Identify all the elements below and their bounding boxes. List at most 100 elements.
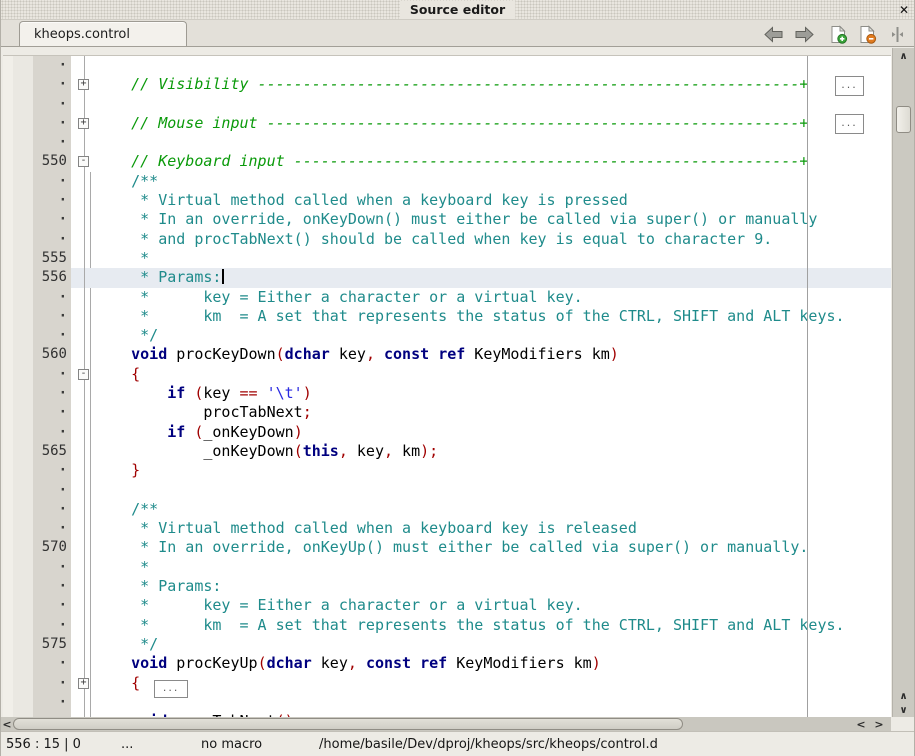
line-number: · [33,519,71,538]
code-line[interactable]: · void procKeyUp(dchar key, const ref Ke… [3,654,891,673]
right-margin-line [807,56,808,717]
line-number: · [33,423,71,442]
code-line[interactable]: · } [3,461,891,480]
code-line[interactable]: ·- { [3,365,891,384]
code-line[interactable]: · * In an override, onKeyDown() must eit… [3,210,891,229]
gutter-strip [3,577,33,596]
horizontal-scrollbar[interactable]: < < > [1,717,891,731]
code-line[interactable]: · /** [3,500,891,519]
hscroll-thumb[interactable] [13,718,683,730]
code-line[interactable]: 575 */ [3,635,891,654]
scroll-down-icon[interactable]: ∨ [893,703,914,717]
scroll-right-icon[interactable]: > [873,717,885,731]
code-text: */ [95,635,891,654]
line-number: · [33,461,71,480]
line-number: · [33,500,71,519]
code-line[interactable]: · * Virtual method called when a keyboar… [3,191,891,210]
new-document-icon[interactable] [829,25,848,44]
fold-toggle[interactable]: + [78,118,89,129]
fold-margin [71,423,95,442]
scroll-left-end-icon[interactable]: < [855,717,867,731]
gutter-strip [3,461,33,480]
collapsed-fold-ellipsis[interactable]: ... [835,114,864,134]
line-number: 556 [33,268,71,287]
fold-margin [71,172,95,191]
close-icon[interactable]: ✕ [899,1,909,19]
forward-icon[interactable] [794,26,815,43]
line-number: · [33,674,71,693]
gutter-strip [3,654,33,673]
gutter-strip [3,95,33,114]
code-line[interactable]: 560 void procKeyDown(dchar key, const re… [3,345,891,364]
vertical-scrollbar[interactable]: ∧ ∧ ∨ [892,48,914,717]
line-number: 560 [33,345,71,364]
code-line[interactable]: ·+ {... [3,674,891,693]
code-line[interactable]: 550- // Keyboard input -----------------… [3,152,891,171]
code-line[interactable]: · * key = Either a character or a virtua… [3,596,891,615]
code-text: * Virtual method called when a keyboard … [95,519,891,538]
line-number: 570 [33,538,71,557]
fold-margin [71,481,95,500]
line-number: · [33,210,71,229]
scroll-up-icon[interactable]: ∧ [893,48,914,65]
code-line[interactable]: 570 * In an override, onKeyUp() must eit… [3,538,891,557]
code-editor[interactable]: ··+ // Visibility ----------------------… [3,55,891,717]
scroll-up-bottom-icon[interactable]: ∧ [893,689,914,703]
code-line[interactable]: 555 * [3,249,891,268]
gutter-strip [3,191,33,210]
line-number: · [33,365,71,384]
code-line[interactable]: · /** [3,172,891,191]
line-number: 550 [33,152,71,171]
code-line[interactable]: · [3,693,891,712]
code-line[interactable]: · if (_onKeyDown) [3,423,891,442]
back-icon[interactable] [763,26,784,43]
code-line[interactable]: ·+ // Mouse input ----------------------… [3,114,891,133]
code-line[interactable]: · * and procTabNext() should be called w… [3,230,891,249]
gutter-strip [3,288,33,307]
gutter-strip [3,616,33,635]
detach-icon[interactable] [891,26,904,43]
code-text: * Params: [95,268,891,287]
code-text: if (_onKeyDown) [95,423,891,442]
fold-margin [71,403,95,422]
code-line[interactable]: · */ [3,326,891,345]
tab-label: kheops.control [34,27,130,42]
code-line[interactable]: · [3,133,891,152]
fold-toggle[interactable]: + [78,678,89,689]
code-line[interactable]: · * km = A set that represents the statu… [3,616,891,635]
gutter-strip [3,249,33,268]
tab-toolbar [763,23,904,45]
code-line[interactable]: · [3,56,891,75]
gutter-strip [3,403,33,422]
fold-margin [71,500,95,519]
tab-kheops-control[interactable]: kheops.control [19,21,187,46]
code-line[interactable]: 556 * Params: [3,268,891,287]
code-line[interactable]: 565 _onKeyDown(this, key, km); [3,442,891,461]
gutter-strip [3,152,33,171]
fold-toggle[interactable]: - [78,156,89,167]
code-line[interactable]: · * km = A set that represents the statu… [3,307,891,326]
collapsed-fold-ellipsis[interactable]: ... [835,76,864,96]
fold-margin [71,230,95,249]
gutter-strip [3,442,33,461]
code-line[interactable]: · * key = Either a character or a virtua… [3,288,891,307]
close-document-icon[interactable] [858,25,877,44]
code-line[interactable]: · [3,95,891,114]
code-line[interactable]: ·+ // Visibility -----------------------… [3,75,891,94]
gutter-strip [3,210,33,229]
fold-margin [71,577,95,596]
fold-toggle[interactable]: - [78,369,89,380]
line-number: · [33,56,71,75]
vscroll-thumb[interactable] [896,106,911,133]
fold-toggle[interactable]: + [78,79,89,90]
code-line[interactable]: · * [3,558,891,577]
file-path: /home/basile/Dev/dproj/kheops/src/kheops… [319,736,658,753]
gutter-strip [3,114,33,133]
code-line[interactable]: · [3,481,891,500]
code-line[interactable]: · if (key == '\t') [3,384,891,403]
code-line[interactable]: · procTabNext; [3,403,891,422]
code-text: * km = A set that represents the status … [95,616,891,635]
code-line[interactable]: · * Virtual method called when a keyboar… [3,519,891,538]
code-line[interactable]: · * Params: [3,577,891,596]
scroll-left-icon[interactable]: < [1,717,13,731]
